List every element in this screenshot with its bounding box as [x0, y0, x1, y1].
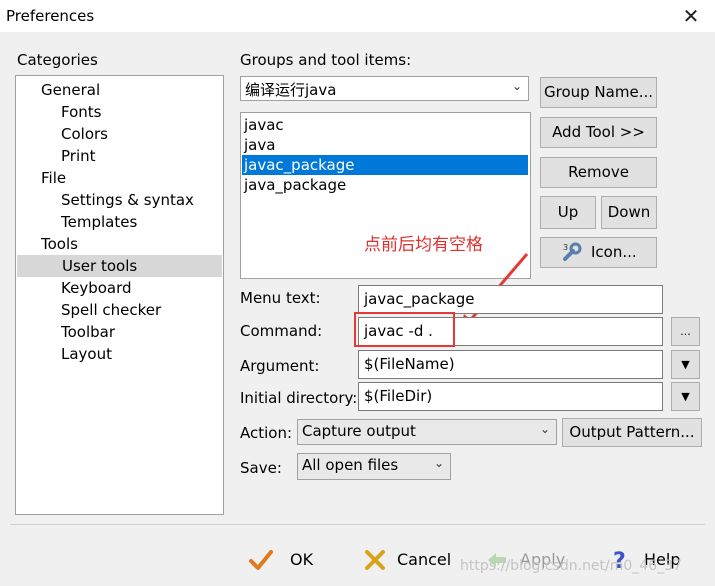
- category-item[interactable]: Keyboard: [16, 277, 132, 299]
- group-select-value: 编译运行java: [245, 81, 337, 99]
- checkmark-icon: [248, 547, 274, 573]
- command-browse-button[interactable]: ...: [671, 317, 700, 346]
- output-pattern-button[interactable]: Output Pattern...: [562, 418, 702, 447]
- category-item[interactable]: General: [16, 79, 100, 101]
- triangle-down-icon: ▼: [681, 390, 690, 403]
- up-button[interactable]: Up: [540, 196, 596, 229]
- footer-separator: [10, 524, 705, 525]
- close-icon[interactable]: ✕: [677, 3, 705, 29]
- argument-value: $(FileName): [364, 355, 455, 373]
- category-item[interactable]: File: [16, 167, 66, 189]
- category-item[interactable]: Colors: [16, 123, 108, 145]
- tool-list-item[interactable]: java_package: [242, 175, 346, 195]
- chevron-down-icon: ⌄: [511, 79, 522, 93]
- action-select-value: Capture output: [302, 422, 416, 440]
- svg-text:3: 3: [563, 243, 568, 252]
- chevron-down-icon: ⌄: [539, 422, 550, 436]
- tool-list-item[interactable]: java: [242, 135, 275, 155]
- watermark: https://blog.csdn.net/m0_46_37: [460, 558, 682, 574]
- groups-label: Groups and tool items:: [240, 51, 412, 69]
- menu-text-value: javac_package: [364, 290, 475, 308]
- argument-label: Argument:: [240, 357, 320, 375]
- category-item[interactable]: Spell checker: [16, 299, 161, 321]
- category-item[interactable]: Fonts: [16, 101, 101, 123]
- highlight-box: [354, 312, 455, 347]
- categories-label: Categories: [17, 51, 98, 69]
- group-name-button[interactable]: Group Name...: [540, 77, 657, 108]
- category-item[interactable]: User tools: [17, 255, 222, 277]
- title-bar: Preferences ✕: [0, 0, 715, 32]
- argument-menu-button[interactable]: ▼: [671, 350, 700, 379]
- wrench-icon: 3: [561, 241, 583, 263]
- cancel-button[interactable]: Cancel: [362, 545, 462, 575]
- initial-directory-menu-button[interactable]: ▼: [671, 382, 700, 411]
- category-item[interactable]: Tools: [16, 233, 78, 255]
- argument-field[interactable]: $(FileName): [358, 350, 663, 379]
- ok-label: OK: [290, 550, 314, 569]
- add-tool-button[interactable]: Add Tool >>: [540, 117, 657, 148]
- menu-text-label: Menu text:: [240, 289, 321, 307]
- remove-button[interactable]: Remove: [540, 157, 657, 188]
- save-label: Save:: [240, 459, 282, 477]
- tool-list-item[interactable]: javac: [242, 115, 284, 135]
- command-label: Command:: [240, 322, 323, 340]
- cross-icon: [362, 547, 388, 573]
- category-item[interactable]: Templates: [16, 211, 137, 233]
- icon-button-label: Icon...: [591, 243, 637, 261]
- down-button[interactable]: Down: [601, 196, 657, 229]
- categories-tree[interactable]: General Fonts Colors Print File Settings & sy…: [15, 75, 224, 515]
- category-item[interactable]: Toolbar: [16, 321, 115, 343]
- action-select[interactable]: Capture output ⌄: [297, 419, 557, 445]
- chevron-down-icon: ⌄: [433, 456, 444, 470]
- group-select[interactable]: 编译运行java ⌄: [240, 76, 529, 101]
- initial-directory-value: $(FileDir): [364, 387, 433, 405]
- tool-list-item[interactable]: javac_package: [242, 155, 528, 175]
- menu-text-field[interactable]: javac_package: [358, 285, 663, 314]
- cancel-label: Cancel: [397, 550, 452, 569]
- save-select[interactable]: All open files ⌄: [297, 453, 451, 480]
- save-select-value: All open files: [302, 456, 399, 474]
- action-label: Action:: [240, 424, 293, 442]
- category-item[interactable]: Settings & syntax: [16, 189, 194, 211]
- window-title: Preferences: [6, 7, 95, 25]
- category-item[interactable]: Print: [16, 145, 96, 167]
- initial-directory-label: Initial directory:: [240, 389, 358, 407]
- triangle-down-icon: ▼: [681, 358, 690, 371]
- icon-button[interactable]: 3 Icon...: [540, 237, 657, 268]
- initial-directory-field[interactable]: $(FileDir): [358, 382, 663, 411]
- category-item[interactable]: Layout: [16, 343, 112, 365]
- ok-button[interactable]: OK: [248, 545, 328, 575]
